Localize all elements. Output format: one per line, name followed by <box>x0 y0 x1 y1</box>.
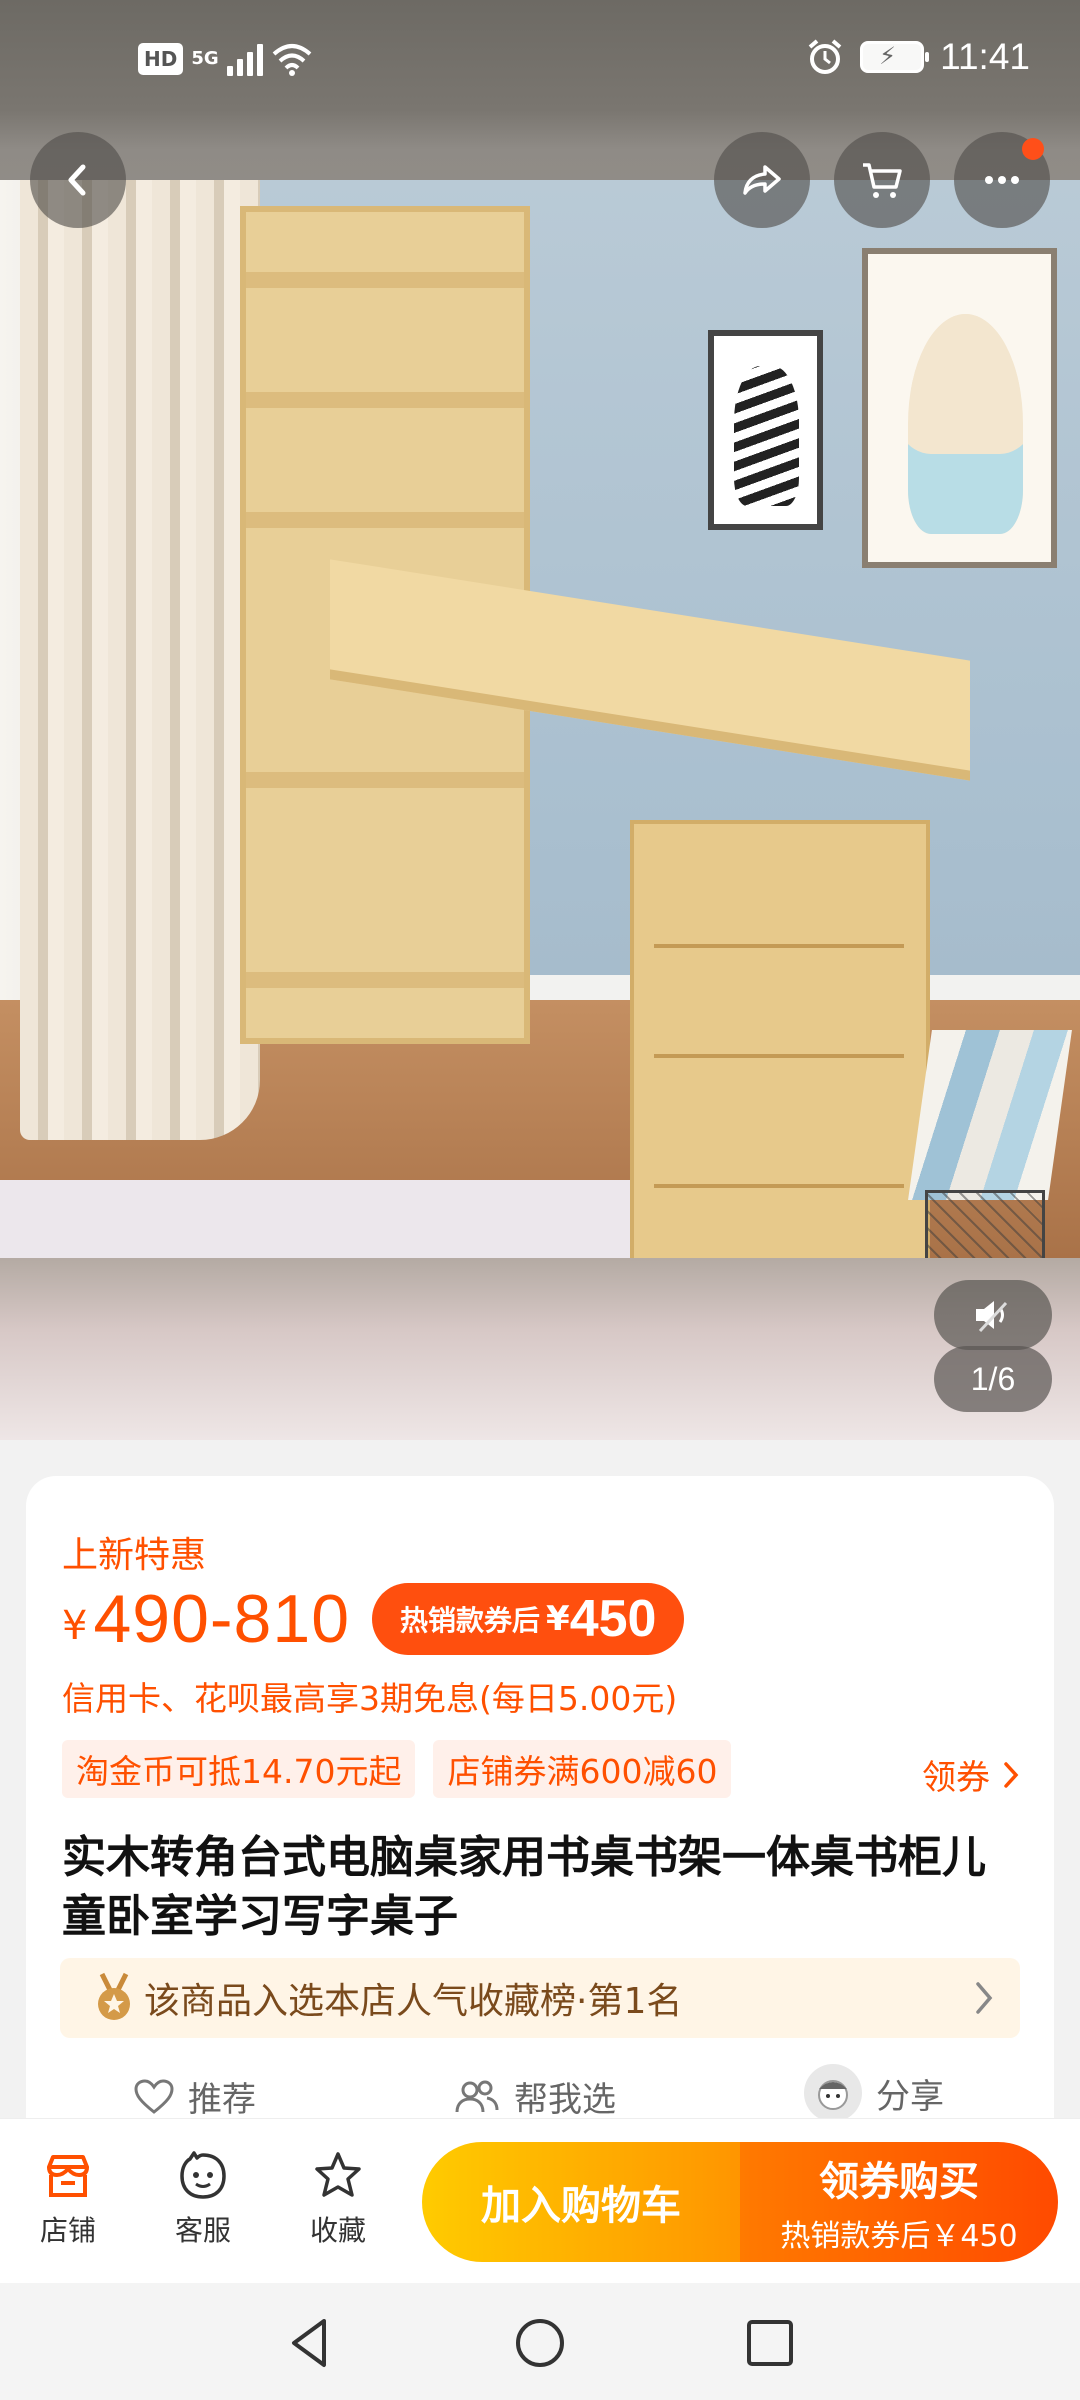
photo-drawers <box>630 820 930 1258</box>
hot-price-value: 450 <box>569 1590 657 1648</box>
promo-title: 上新特惠 <box>62 1535 207 1576</box>
hot-price-badge[interactable]: 热销款券后 ¥ 450 <box>372 1583 685 1655</box>
battery-icon: ⚡ <box>860 41 930 73</box>
favorite-tab[interactable]: 收藏 <box>288 2149 388 2249</box>
price-range: 490-810 <box>93 1581 351 1657</box>
buy-subtitle: 热销款券后￥450 <box>780 2219 1018 2254</box>
back-icon <box>68 164 86 196</box>
back-button[interactable] <box>30 132 126 228</box>
product-photo[interactable] <box>0 180 1080 1258</box>
service-label: 客服 <box>174 2214 231 2247</box>
nav-home-icon[interactable] <box>510 2313 570 2373</box>
wifi-icon <box>272 44 311 76</box>
currency-symbol: ¥ <box>62 1603 88 1649</box>
get-coupon-label: 领券 <box>922 1758 990 1798</box>
notification-dot <box>1022 138 1044 160</box>
product-info-card: 上新特惠 ¥ 490-810 热销款券后 ¥ 450 信用卡、花呗最高享3期免息… <box>26 1476 1054 2156</box>
help-choose-button[interactable]: 帮我选 <box>454 2072 616 2121</box>
store-coupon-chip[interactable]: 店铺券满600减60 <box>433 1740 732 1798</box>
hot-price-currency: ¥ <box>546 1599 570 1639</box>
photo-bear-frame <box>862 248 1057 568</box>
nav-recents-icon[interactable] <box>740 2313 800 2373</box>
status-left: HD 5G <box>138 42 313 76</box>
status-bar: HD 5G ⚡ 11:41 <box>0 0 1080 110</box>
service-tab[interactable]: 客服 <box>153 2149 253 2249</box>
product-gallery[interactable]: HD 5G ⚡ 11:41 1/6 <box>0 0 1080 1440</box>
promo-chips: 淘金币可抵14.70元起 店铺券满600减60 <box>62 1740 732 1798</box>
installment-info[interactable]: 信用卡、花呗最高享3期免息(每日5.00元) <box>62 1672 677 1720</box>
service-icon <box>180 2151 226 2199</box>
buy-title: 领券购买 <box>819 2159 979 2205</box>
nav-back-icon[interactable] <box>280 2313 340 2373</box>
avatar-face-icon <box>818 2080 848 2110</box>
bottom-action-bar: 店铺 客服 收藏 加入购物车 领券购买 热销款券后￥450 <box>0 2118 1080 2283</box>
share-icon <box>743 165 781 195</box>
photo-zebra-frame <box>708 330 823 530</box>
heart-icon <box>134 2078 174 2114</box>
store-tab[interactable]: 店铺 <box>18 2149 118 2249</box>
share-button[interactable] <box>714 132 810 228</box>
system-nav-bar <box>0 2283 1080 2400</box>
cart-icon <box>863 163 902 198</box>
avatar <box>804 2064 862 2122</box>
recommend-button[interactable]: 推荐 <box>134 2072 256 2121</box>
signal-icon <box>226 42 263 76</box>
photo-paper-rolls <box>908 1030 1072 1200</box>
mute-button[interactable] <box>934 1280 1052 1350</box>
chevron-right-icon <box>1004 1761 1019 1788</box>
image-counter: 1/6 <box>934 1346 1052 1412</box>
cart-button[interactable] <box>834 132 930 228</box>
medal-icon <box>98 1972 130 2020</box>
recommend-label: 推荐 <box>188 2080 256 2120</box>
share-action-button[interactable]: 分享 <box>804 2064 944 2122</box>
store-icon <box>47 2155 89 2197</box>
coin-discount-chip[interactable]: 淘金币可抵14.70元起 <box>62 1740 416 1798</box>
price-row: ¥ 490-810 热销款券后 ¥ 450 <box>62 1580 685 1658</box>
star-icon <box>315 2152 361 2197</box>
favorite-label: 收藏 <box>309 2214 366 2247</box>
clock: 11:41 <box>940 36 1030 77</box>
add-to-cart-button[interactable]: 加入购物车 <box>422 2142 740 2262</box>
more-button[interactable] <box>954 132 1050 228</box>
hd-indicator: HD <box>138 43 184 75</box>
status-right: ⚡ 11:41 <box>806 36 1030 78</box>
alarm-icon <box>808 39 842 74</box>
store-label: 店铺 <box>39 2214 96 2247</box>
rank-banner[interactable]: 该商品入选本店人气收藏榜·第1名 <box>60 1958 1020 2038</box>
photo-basket <box>925 1190 1045 1258</box>
share-label: 分享 <box>876 2076 944 2117</box>
network-type: 5G <box>191 48 219 69</box>
coupon-buy-button[interactable]: 领券购买 热销款券后￥450 <box>740 2142 1058 2262</box>
photo-curtain <box>20 180 260 1140</box>
mute-icon <box>976 1301 1008 1333</box>
product-title: 实木转角台式电脑桌家用书桌书架一体桌书柜儿童卧室学习写字桌子 <box>62 1832 986 1943</box>
chevron-right-icon <box>976 1982 993 2014</box>
hot-price-label: 热销款券后 <box>400 1604 541 1637</box>
people-icon <box>455 2080 499 2112</box>
get-coupon-link[interactable]: 领券 <box>922 1750 1020 1799</box>
rank-text: 该商品入选本店人气收藏榜·第1名 <box>144 1981 683 2022</box>
help-choose-label: 帮我选 <box>514 2080 616 2120</box>
more-icon <box>985 176 1019 184</box>
